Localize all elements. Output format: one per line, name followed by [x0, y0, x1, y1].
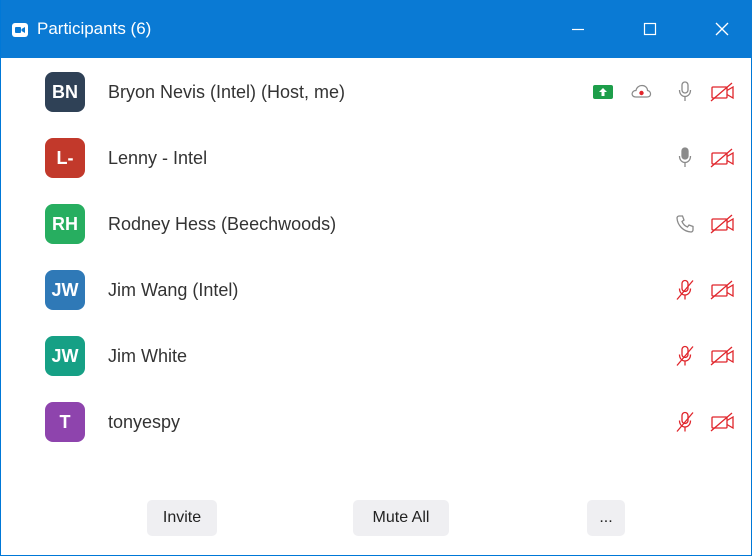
minimize-button[interactable] — [549, 0, 607, 58]
cloud-record-icon — [627, 78, 655, 106]
window-title: Participants (6) — [37, 19, 152, 38]
avatar: JW — [45, 336, 85, 376]
video-off-icon[interactable] — [709, 342, 737, 370]
video-off-icon[interactable] — [709, 210, 737, 238]
avatar: L- — [45, 138, 85, 178]
mic-muted-icon[interactable] — [671, 342, 699, 370]
invite-button[interactable]: Invite — [147, 500, 217, 536]
mic-muted-icon[interactable] — [671, 408, 699, 436]
participant-row[interactable]: RH Rodney Hess (Beechwoods) — [1, 190, 751, 256]
phone-icon — [671, 210, 699, 238]
participant-row[interactable]: JW Jim Wang (Intel) — [1, 256, 751, 322]
participant-name: Bryon Nevis (Intel) (Host, me) — [108, 82, 346, 102]
avatar: T — [45, 402, 85, 442]
video-off-icon[interactable] — [709, 276, 737, 304]
participant-row[interactable]: L- Lenny - Intel — [1, 124, 751, 190]
mic-icon[interactable] — [671, 78, 699, 106]
zoom-app-icon — [12, 23, 28, 37]
close-button[interactable] — [693, 0, 751, 58]
mute-all-button[interactable]: Mute All — [353, 500, 449, 536]
avatar: BN — [45, 72, 85, 112]
participant-name: Rodney Hess (Beechwoods) — [108, 214, 337, 234]
participant-row[interactable]: BN Bryon Nevis (Intel) (Host, me) — [1, 58, 751, 124]
participant-name: Lenny - Intel — [108, 148, 208, 168]
participant-name: Jim Wang (Intel) — [108, 280, 239, 300]
more-options-button[interactable]: ... — [587, 500, 625, 536]
video-off-icon[interactable] — [709, 78, 737, 106]
participant-row[interactable]: T tonyespy — [1, 388, 751, 454]
video-off-icon[interactable] — [709, 408, 737, 436]
share-screen-icon[interactable] — [589, 78, 617, 106]
video-off-icon[interactable] — [709, 144, 737, 172]
mic-muted-icon[interactable] — [671, 276, 699, 304]
maximize-button[interactable] — [621, 0, 679, 58]
participant-row[interactable]: JW Jim White — [1, 322, 751, 388]
avatar: RH — [45, 204, 85, 244]
participants-window: Participants (6) BN Bryon Nevis (Intel) … — [0, 0, 752, 556]
participant-name: Jim White — [108, 346, 188, 366]
participant-name: tonyespy — [108, 412, 181, 432]
avatar: JW — [45, 270, 85, 310]
title-bar[interactable]: Participants (6) — [1, 0, 752, 58]
mic-icon[interactable] — [671, 144, 699, 172]
